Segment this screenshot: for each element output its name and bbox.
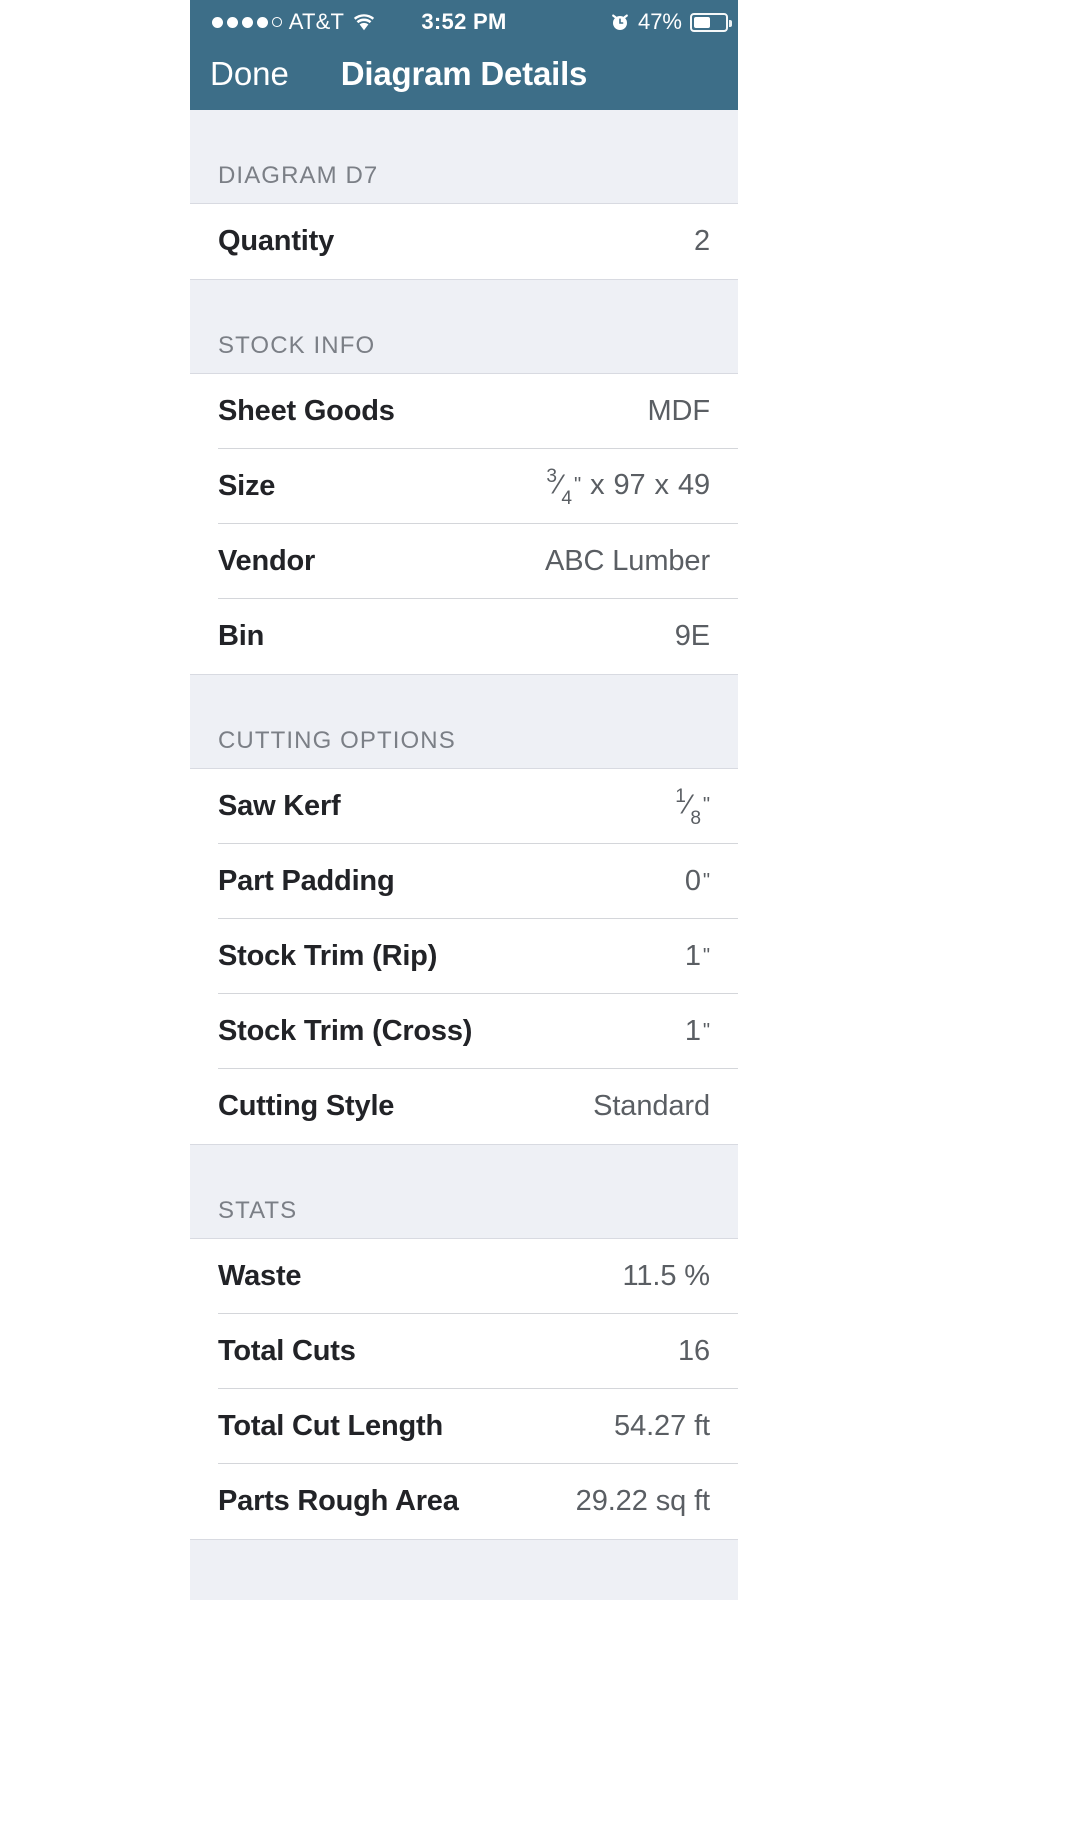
navigation-bar: Done Diagram Details xyxy=(190,44,738,110)
table-row-quantity[interactable]: Quantity 2 xyxy=(190,204,738,279)
inch-mark: " xyxy=(702,870,710,892)
section-header-stock-info: STOCK INFO xyxy=(190,279,738,374)
app-header: AT&T 3:52 PM 47% Done Diagram Details xyxy=(190,0,738,110)
fraction-numerator: 1 xyxy=(675,786,686,808)
row-label: Parts Rough Area xyxy=(218,1485,459,1517)
row-value: 54.27 ft xyxy=(614,1410,710,1442)
row-value-part-padding: 0 " xyxy=(685,865,710,898)
details-table: DIAGRAM D7 Quantity 2 STOCK INFO Sheet G… xyxy=(190,110,738,1600)
section-footer-spacer xyxy=(190,1539,738,1600)
battery-percent-label: 47% xyxy=(637,9,682,34)
row-value: 16 xyxy=(677,1335,710,1367)
row-value: 2 xyxy=(693,225,710,257)
table-row-stock-trim-cross[interactable]: Stock Trim (Cross) 1 " xyxy=(190,994,738,1069)
row-label: Part Padding xyxy=(218,865,395,897)
table-row-saw-kerf[interactable]: Saw Kerf 1⁄8 " xyxy=(190,769,738,844)
section-header-diagram: DIAGRAM D7 xyxy=(190,110,738,204)
dimension-separator: x xyxy=(654,468,670,501)
size-dim-2: 97 xyxy=(613,468,646,501)
row-value-stock-trim-cross: 1 " xyxy=(685,1015,710,1048)
saw-kerf-fraction: 1⁄8 xyxy=(675,786,701,828)
row-label: Bin xyxy=(218,620,265,652)
table-row-waste[interactable]: Waste 11.5 % xyxy=(190,1239,738,1314)
row-value: Standard xyxy=(593,1090,710,1122)
row-value: 9E xyxy=(674,620,710,652)
table-row-total-cuts[interactable]: Total Cuts 16 xyxy=(190,1314,738,1389)
section-header-stats: STATS xyxy=(190,1144,738,1239)
table-row-vendor[interactable]: Vendor ABC Lumber xyxy=(190,524,738,599)
table-row-cutting-style[interactable]: Cutting Style Standard xyxy=(190,1069,738,1144)
row-value: 29.22 sq ft xyxy=(575,1485,710,1517)
dimension-separator: x xyxy=(590,468,605,501)
padding-whole-number: 0 xyxy=(684,865,701,897)
inch-mark: " xyxy=(702,793,710,816)
row-label: Sheet Goods xyxy=(218,395,395,427)
row-value: 11.5 % xyxy=(622,1260,710,1292)
row-label: Total Cut Length xyxy=(218,1410,443,1442)
battery-icon xyxy=(690,12,732,32)
section-title: DIAGRAM D7 xyxy=(218,162,379,189)
size-thickness-fraction: 3⁄4 xyxy=(546,466,572,508)
section-header-cutting-options: CUTTING OPTIONS xyxy=(190,674,738,769)
trim-rip-whole-number: 1 xyxy=(684,940,701,972)
table-row-bin[interactable]: Bin 9E xyxy=(190,599,738,674)
row-label: Stock Trim (Rip) xyxy=(218,940,438,972)
size-dim-3: 49 xyxy=(677,468,710,501)
screenshot-stage: AT&T 3:52 PM 47% Done Diagram Details DI… xyxy=(0,0,1080,1830)
inch-mark: " xyxy=(702,1020,710,1042)
page-title: Diagram Details xyxy=(340,55,588,92)
table-row-parts-rough-area[interactable]: Parts Rough Area 29.22 sq ft xyxy=(190,1464,738,1539)
section-title: STATS xyxy=(218,1197,298,1224)
row-label: Cutting Style xyxy=(218,1090,395,1122)
status-bar-right: 47% xyxy=(610,9,732,35)
row-value-size: 3⁄4 " x 97 x 49 xyxy=(546,466,710,508)
row-label: Size xyxy=(218,470,276,502)
table-row-part-padding[interactable]: Part Padding 0 " xyxy=(190,844,738,919)
section-title: STOCK INFO xyxy=(218,332,376,359)
inch-mark: " xyxy=(702,945,710,967)
row-label: Total Cuts xyxy=(218,1335,356,1367)
table-row-sheet-goods[interactable]: Sheet Goods MDF xyxy=(190,374,738,449)
status-bar: AT&T 3:52 PM 47% xyxy=(190,0,738,44)
inch-mark: " xyxy=(573,473,582,496)
section-title: CUTTING OPTIONS xyxy=(218,727,456,754)
row-label: Waste xyxy=(218,1260,302,1292)
phone-screen: AT&T 3:52 PM 47% Done Diagram Details DI… xyxy=(190,0,738,1830)
table-row-size[interactable]: Size 3⁄4 " x 97 x 49 xyxy=(190,449,738,524)
fraction-denominator: 8 xyxy=(690,807,701,829)
table-row-stock-trim-rip[interactable]: Stock Trim (Rip) 1 " xyxy=(190,919,738,994)
fraction-denominator: 4 xyxy=(561,487,572,509)
fraction-numerator: 3 xyxy=(546,466,557,488)
trim-cross-whole-number: 1 xyxy=(684,1015,701,1047)
table-row-total-cut-length[interactable]: Total Cut Length 54.27 ft xyxy=(190,1389,738,1464)
battery-fill xyxy=(694,16,710,28)
row-label: Saw Kerf xyxy=(218,790,341,822)
row-label: Quantity xyxy=(218,225,335,257)
row-value: ABC Lumber xyxy=(544,545,710,577)
row-label: Stock Trim (Cross) xyxy=(218,1015,473,1047)
row-label: Vendor xyxy=(218,545,316,577)
row-value-stock-trim-rip: 1 " xyxy=(685,940,710,973)
row-value: MDF xyxy=(647,395,710,427)
row-value-saw-kerf: 1⁄8 " xyxy=(675,786,710,828)
alarm-clock-icon xyxy=(610,12,630,32)
